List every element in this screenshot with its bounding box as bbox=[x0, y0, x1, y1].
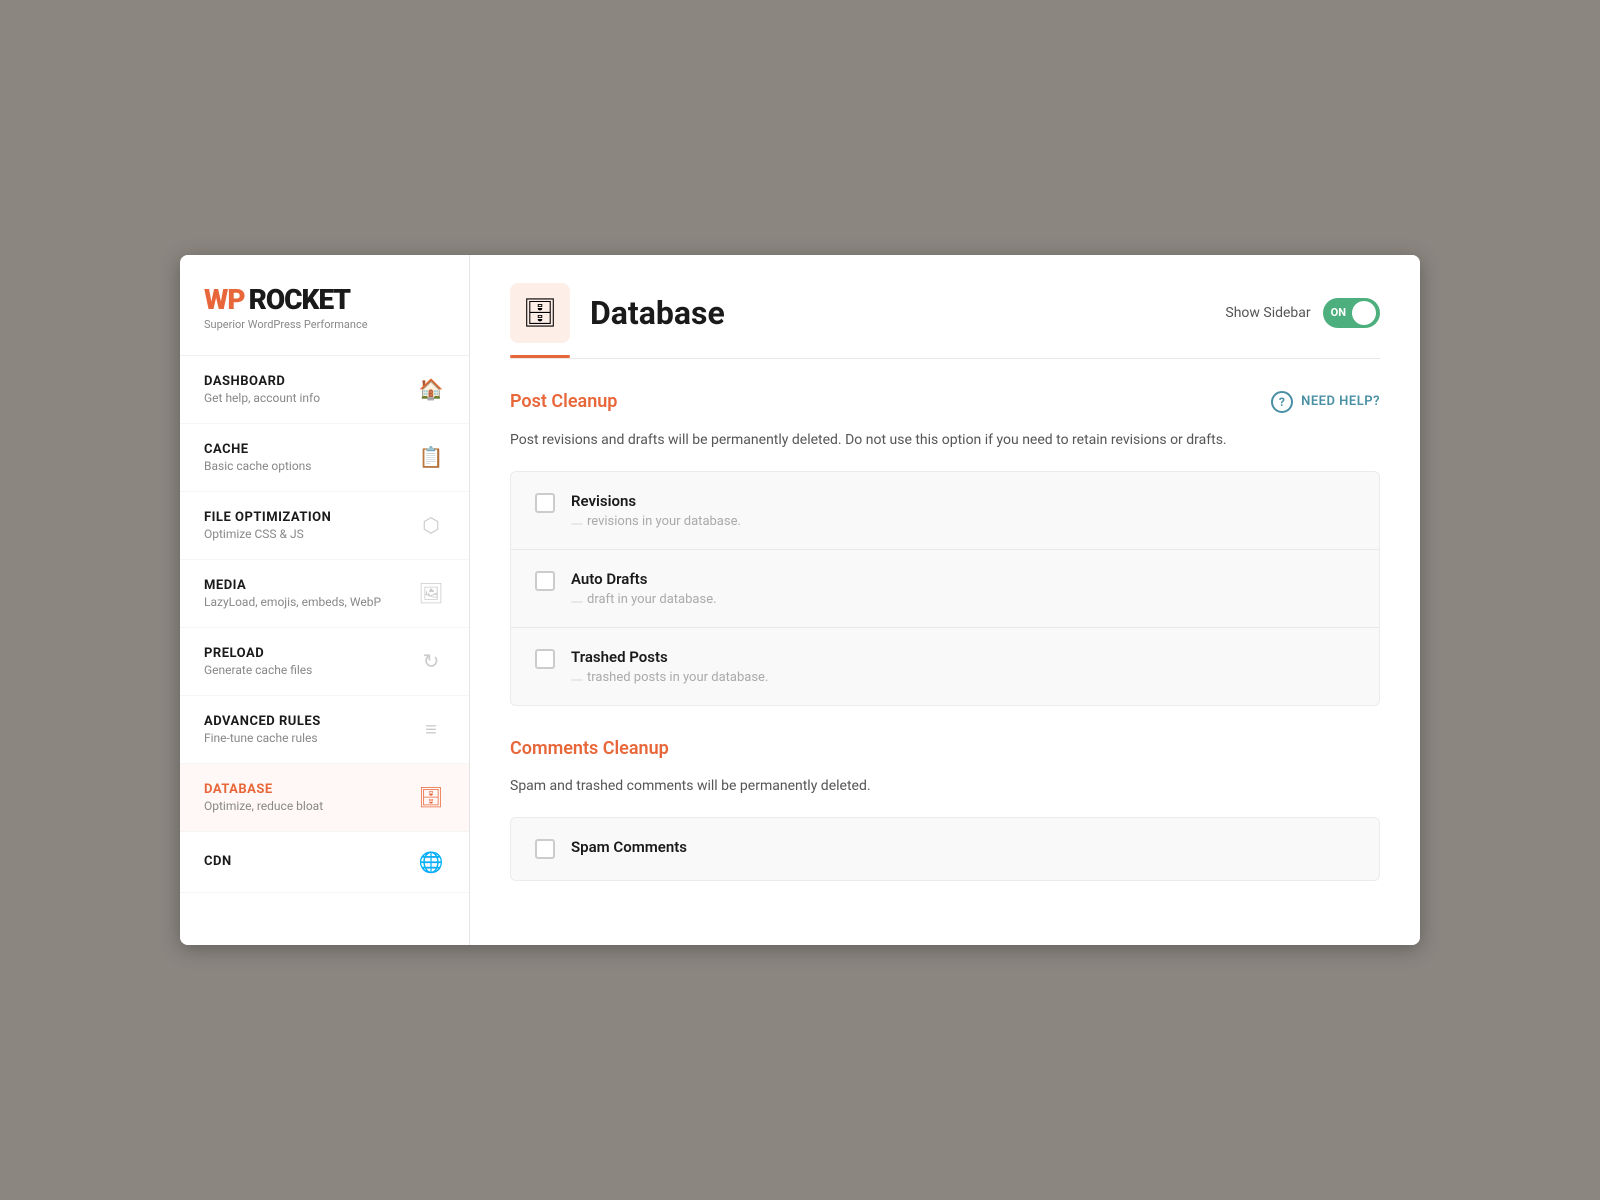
auto-drafts-checkbox[interactable] bbox=[535, 571, 555, 591]
nav-item-subtitle-media: LazyLoad, emojis, embeds, WebP bbox=[204, 595, 417, 609]
post-cleanup-title: Post Cleanup bbox=[510, 391, 617, 412]
comments-cleanup-header: Comments Cleanup bbox=[510, 738, 1380, 759]
nav-icon-database: 🗄 bbox=[417, 785, 445, 809]
nav-item-title-database: DATABASE bbox=[204, 782, 417, 797]
trashed-posts-sub: trashed posts in your database. bbox=[571, 670, 768, 685]
nav-icon-preload: ↻ bbox=[417, 649, 445, 673]
database-icon: 🗄 bbox=[522, 296, 558, 329]
post-cleanup-header: Post Cleanup ? NEED HELP? bbox=[510, 391, 1380, 413]
nav-item-title-media: MEDIA bbox=[204, 578, 417, 593]
nav-item-title-cdn: CDN bbox=[204, 854, 417, 869]
sidebar-item-database[interactable]: DATABASE Optimize, reduce bloat 🗄 bbox=[180, 764, 469, 832]
main-body: Post Cleanup ? NEED HELP? Post revisions… bbox=[470, 359, 1420, 946]
comments-cleanup-options: Spam Comments bbox=[510, 817, 1380, 881]
trashed-posts-checkbox[interactable] bbox=[535, 649, 555, 669]
logo-wp: WP bbox=[204, 283, 245, 316]
logo-rocket: ROCKET bbox=[249, 283, 351, 316]
nav-item-text-database: DATABASE Optimize, reduce bloat bbox=[204, 782, 417, 813]
nav-icon-dashboard: 🏠 bbox=[417, 377, 445, 401]
nav-item-subtitle-advanced-rules: Fine-tune cache rules bbox=[204, 731, 417, 745]
sidebar-item-cache[interactable]: CACHE Basic cache options 📋 bbox=[180, 424, 469, 492]
trashed-posts-label: Trashed Posts bbox=[571, 648, 768, 666]
auto-drafts-option-main: Auto Drafts draft in your database. bbox=[535, 570, 1355, 607]
nav-item-title-dashboard: DASHBOARD bbox=[204, 374, 417, 389]
nav-item-subtitle-preload: Generate cache files bbox=[204, 663, 417, 677]
auto-drafts-badge bbox=[571, 601, 583, 603]
nav-item-text-cdn: CDN bbox=[204, 854, 417, 869]
main-content: 🗄 Database Show Sidebar ON Post Cleanup … bbox=[470, 255, 1420, 946]
revisions-option-main: Revisions revisions in your database. bbox=[535, 492, 1355, 529]
spam-comments-checkbox[interactable] bbox=[535, 839, 555, 859]
nav-item-subtitle-file-optimization: Optimize CSS & JS bbox=[204, 527, 417, 541]
logo: WP ROCKET bbox=[204, 283, 445, 316]
sidebar-nav: DASHBOARD Get help, account info 🏠 CACHE… bbox=[180, 356, 469, 946]
revisions-badge bbox=[571, 523, 583, 525]
show-sidebar-toggle[interactable]: ON bbox=[1323, 298, 1380, 328]
trashed-posts-content: Trashed Posts trashed posts in your data… bbox=[571, 648, 768, 685]
database-icon-box: 🗄 bbox=[510, 283, 570, 343]
nav-icon-advanced-rules: ≡ bbox=[417, 717, 445, 742]
trashed-posts-option-main: Trashed Posts trashed posts in your data… bbox=[535, 648, 1355, 685]
nav-icon-cache: 📋 bbox=[417, 445, 445, 469]
post-cleanup-desc: Post revisions and drafts will be perman… bbox=[510, 429, 1380, 451]
revisions-content: Revisions revisions in your database. bbox=[571, 492, 741, 529]
trashed-posts-option-row: Trashed Posts trashed posts in your data… bbox=[511, 628, 1379, 705]
auto-drafts-sub: draft in your database. bbox=[571, 592, 717, 607]
comments-cleanup-title: Comments Cleanup bbox=[510, 738, 669, 759]
page-title: Database bbox=[590, 294, 725, 332]
nav-item-title-preload: PRELOAD bbox=[204, 646, 417, 661]
nav-item-text-file-optimization: FILE OPTIMIZATION Optimize CSS & JS bbox=[204, 510, 417, 541]
spam-comments-label: Spam Comments bbox=[571, 838, 687, 856]
show-sidebar-label: Show Sidebar bbox=[1225, 305, 1310, 321]
nav-icon-media: 🖼 bbox=[417, 581, 445, 605]
logo-area: WP ROCKET Superior WordPress Performance bbox=[180, 255, 469, 356]
nav-icon-file-optimization: ⬡ bbox=[417, 513, 445, 537]
nav-item-text-preload: PRELOAD Generate cache files bbox=[204, 646, 417, 677]
revisions-checkbox[interactable] bbox=[535, 493, 555, 513]
main-header: 🗄 Database Show Sidebar ON bbox=[470, 255, 1420, 343]
nav-item-subtitle-dashboard: Get help, account info bbox=[204, 391, 417, 405]
sidebar-item-dashboard[interactable]: DASHBOARD Get help, account info 🏠 bbox=[180, 356, 469, 424]
sidebar-item-file-optimization[interactable]: FILE OPTIMIZATION Optimize CSS & JS ⬡ bbox=[180, 492, 469, 560]
header-left: 🗄 Database bbox=[510, 283, 725, 343]
spam-comments-content: Spam Comments bbox=[571, 838, 687, 860]
sidebar-item-cdn[interactable]: CDN 🌐 bbox=[180, 832, 469, 893]
sidebar-item-advanced-rules[interactable]: ADVANCED RULES Fine-tune cache rules ≡ bbox=[180, 696, 469, 764]
auto-drafts-option-row: Auto Drafts draft in your database. bbox=[511, 550, 1379, 628]
nav-icon-cdn: 🌐 bbox=[417, 850, 445, 874]
spam-comments-option-row: Spam Comments bbox=[511, 818, 1379, 880]
sidebar-item-media[interactable]: MEDIA LazyLoad, emojis, embeds, WebP 🖼 bbox=[180, 560, 469, 628]
revisions-sub: revisions in your database. bbox=[571, 514, 741, 529]
nav-item-text-cache: CACHE Basic cache options bbox=[204, 442, 417, 473]
nav-item-title-cache: CACHE bbox=[204, 442, 417, 457]
nav-item-text-advanced-rules: ADVANCED RULES Fine-tune cache rules bbox=[204, 714, 417, 745]
comments-cleanup-desc: Spam and trashed comments will be perman… bbox=[510, 775, 1380, 797]
nav-item-text-media: MEDIA LazyLoad, emojis, embeds, WebP bbox=[204, 578, 417, 609]
need-help-label: NEED HELP? bbox=[1301, 394, 1380, 409]
trashed-posts-badge bbox=[571, 679, 583, 681]
nav-item-text-dashboard: DASHBOARD Get help, account info bbox=[204, 374, 417, 405]
toggle-knob bbox=[1352, 301, 1376, 325]
nav-item-subtitle-cache: Basic cache options bbox=[204, 459, 417, 473]
toggle-label: ON bbox=[1331, 306, 1346, 319]
nav-item-title-advanced-rules: ADVANCED RULES bbox=[204, 714, 417, 729]
revisions-option-row: Revisions revisions in your database. bbox=[511, 472, 1379, 550]
need-help-icon: ? bbox=[1271, 391, 1293, 413]
auto-drafts-content: Auto Drafts draft in your database. bbox=[571, 570, 717, 607]
nav-item-subtitle-database: Optimize, reduce bloat bbox=[204, 799, 417, 813]
header-right: Show Sidebar ON bbox=[1225, 298, 1380, 328]
post-cleanup-options: Revisions revisions in your database. Au… bbox=[510, 471, 1380, 706]
sidebar-item-preload[interactable]: PRELOAD Generate cache files ↻ bbox=[180, 628, 469, 696]
sidebar: WP ROCKET Superior WordPress Performance… bbox=[180, 255, 470, 946]
logo-tagline: Superior WordPress Performance bbox=[204, 318, 445, 331]
nav-item-title-file-optimization: FILE OPTIMIZATION bbox=[204, 510, 417, 525]
app-window: WP ROCKET Superior WordPress Performance… bbox=[180, 255, 1420, 946]
spam-comments-option-main: Spam Comments bbox=[535, 838, 1355, 860]
revisions-label: Revisions bbox=[571, 492, 741, 510]
need-help-button[interactable]: ? NEED HELP? bbox=[1271, 391, 1380, 413]
auto-drafts-label: Auto Drafts bbox=[571, 570, 717, 588]
